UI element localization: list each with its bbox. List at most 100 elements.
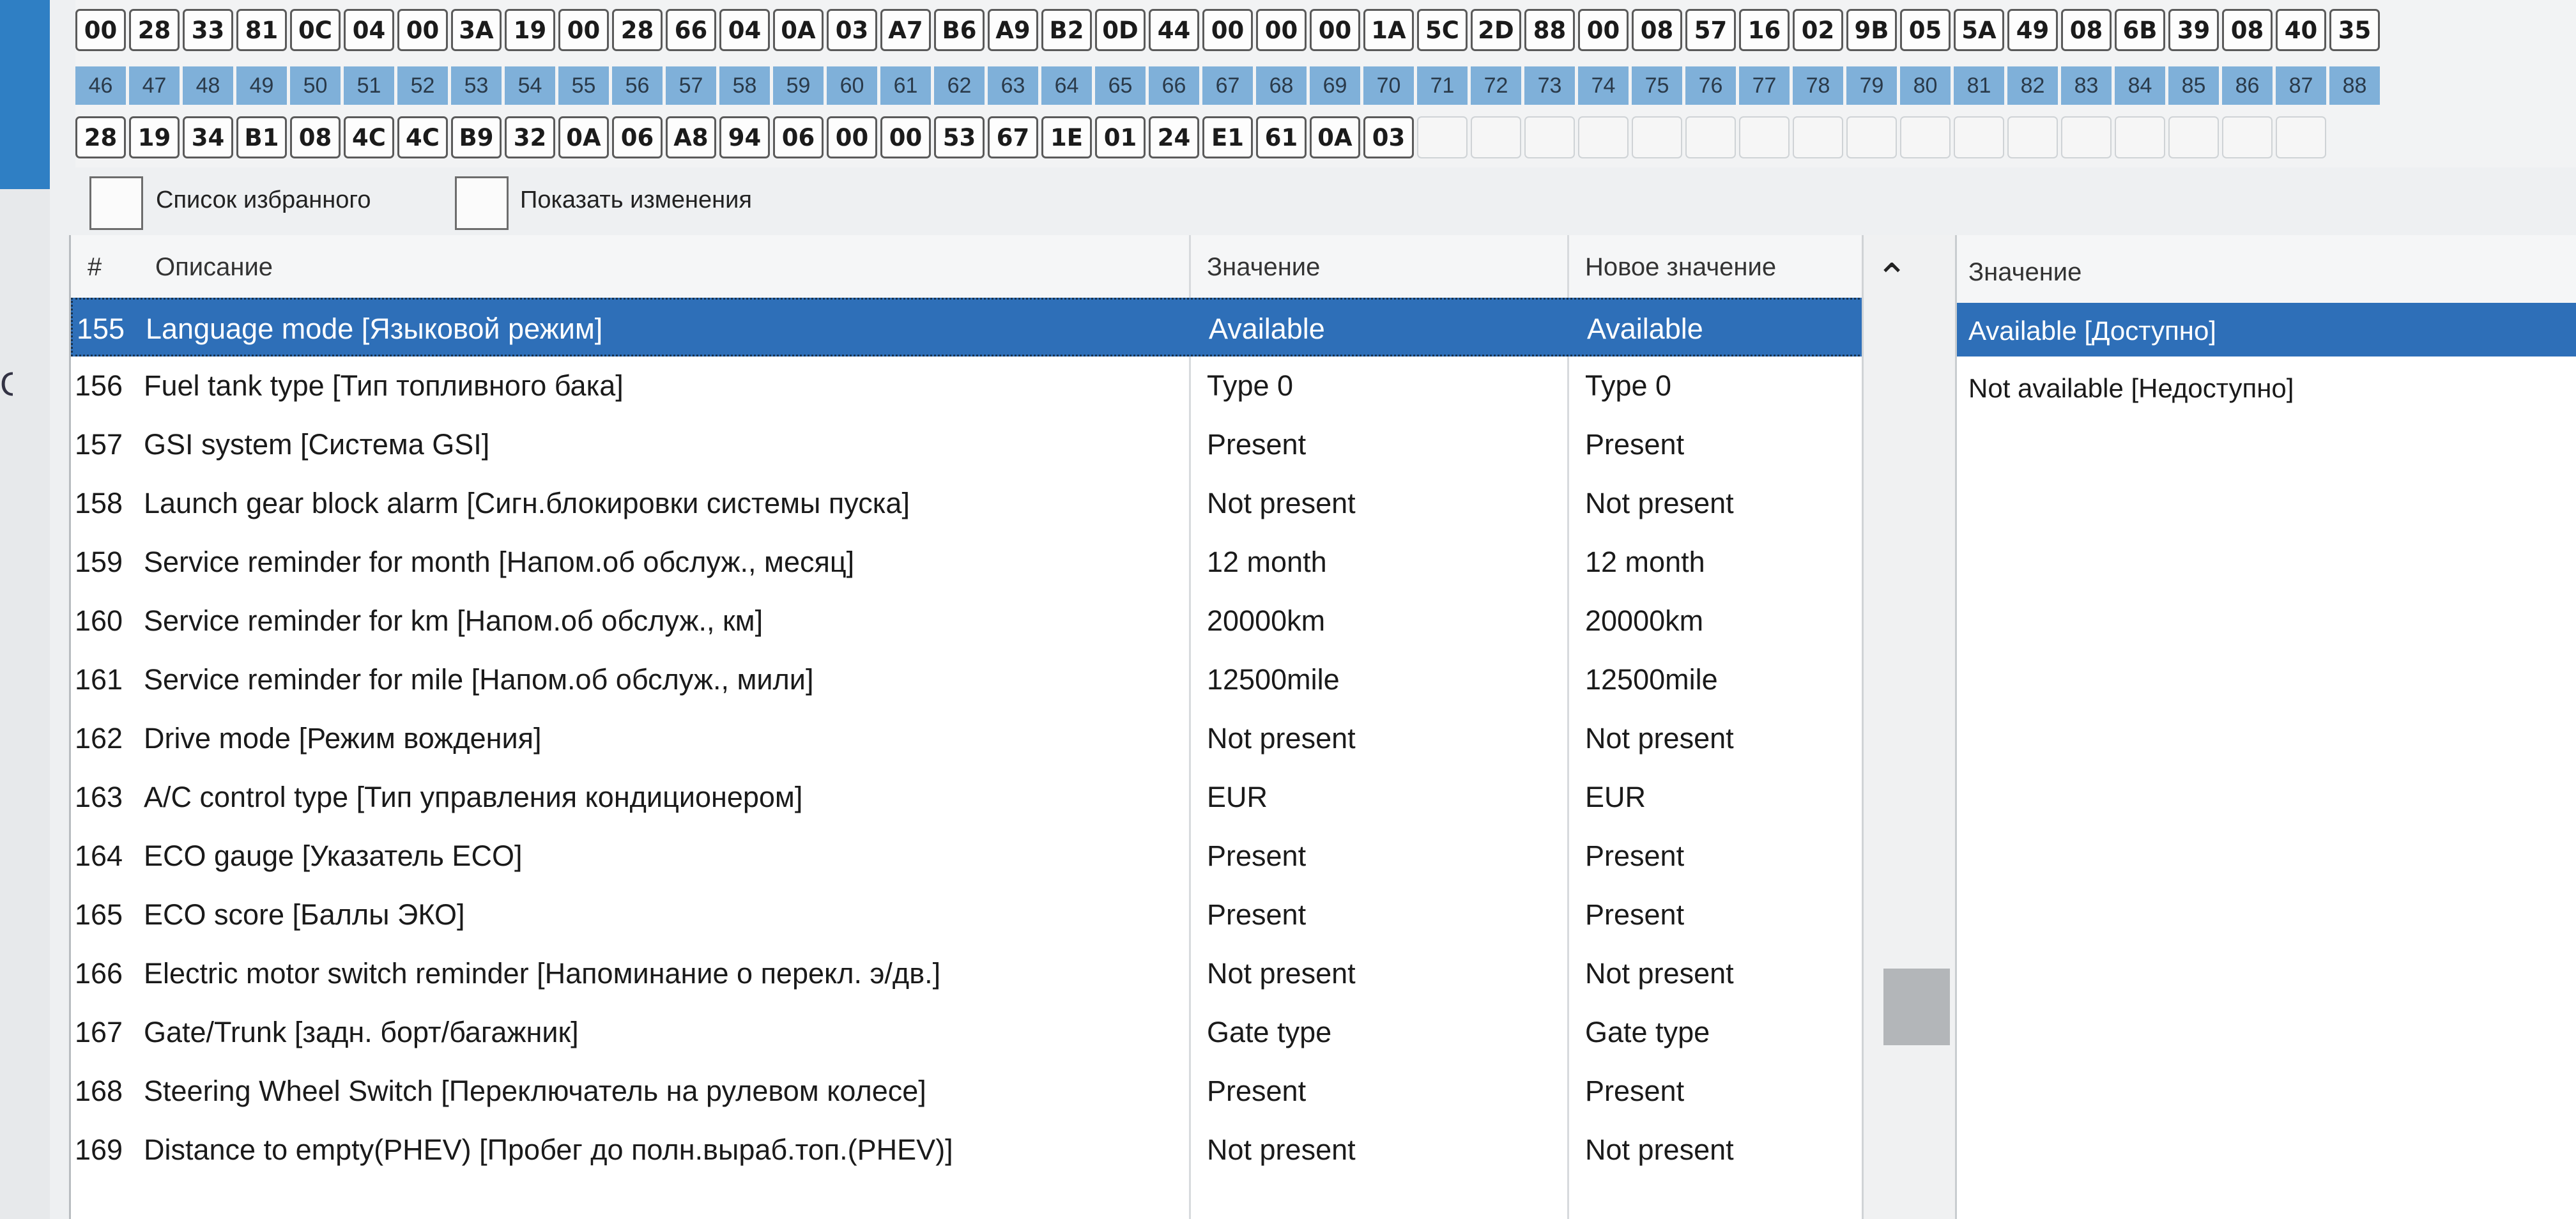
hex-byte-cell[interactable]: 0D xyxy=(1095,9,1146,51)
row-new-value: Present xyxy=(1585,839,1685,872)
row-number: 158 xyxy=(75,487,123,519)
table-row[interactable]: 161 Service reminder for mile [Напом.об о… xyxy=(71,650,1864,709)
table-row[interactable]: 169 Distance to empty(PHEV) [Пробег до по… xyxy=(71,1121,1864,1179)
chevron-up-icon[interactable]: ⌃ xyxy=(1876,256,1908,300)
table-row[interactable]: 162 Drive mode [Режим вождения] Not presen… xyxy=(71,709,1864,768)
hex-byte-cell[interactable]: B2 xyxy=(1041,9,1092,51)
hex-byte-cell[interactable]: 9B xyxy=(1846,9,1897,51)
hex-byte-cell[interactable]: 61 xyxy=(1256,116,1307,158)
hex-byte-cell[interactable]: 00 xyxy=(1202,9,1253,51)
hex-byte-cell[interactable]: 08 xyxy=(1632,9,1682,51)
hex-byte-cell[interactable]: 0A xyxy=(558,116,609,158)
table-row[interactable]: 155 Language mode [Языковой режим] Availab… xyxy=(71,298,1864,356)
table-row[interactable]: 157 GSI system [Система GSI] Present Presen… xyxy=(71,415,1864,474)
hex-byte-cell[interactable]: 35 xyxy=(2329,9,2380,51)
hex-byte-cell[interactable]: 28 xyxy=(129,9,180,51)
hex-byte-cell[interactable]: 6B xyxy=(2115,9,2165,51)
hex-byte-cell[interactable]: 5C xyxy=(1417,9,1468,51)
hex-byte-cell[interactable]: 40 xyxy=(2276,9,2326,51)
hex-byte-cell[interactable]: 3A xyxy=(451,9,502,51)
hex-byte-cell[interactable]: 04 xyxy=(344,9,394,51)
hex-byte-cell[interactable]: 39 xyxy=(2168,9,2219,51)
table-row[interactable]: 159 Service reminder for month [Напом.об … xyxy=(71,533,1864,592)
hex-byte-cell[interactable]: 28 xyxy=(75,116,126,158)
table-scrollbar[interactable] xyxy=(1862,235,1957,1219)
hex-byte-cell[interactable]: 4C xyxy=(344,116,394,158)
hex-byte-cell[interactable]: 19 xyxy=(505,9,555,51)
table-row[interactable]: 158 Launch gear block alarm [Сигн.блокиро… xyxy=(71,474,1864,533)
hex-byte-cell[interactable]: 67 xyxy=(988,116,1038,158)
hex-byte-cell[interactable]: 00 xyxy=(397,9,448,51)
hex-byte-cell[interactable]: 00 xyxy=(558,9,609,51)
hex-byte-cell[interactable]: B9 xyxy=(451,116,502,158)
hex-byte-cell[interactable]: 44 xyxy=(1149,9,1199,51)
table-row[interactable]: 166 Electric motor switch reminder [Напом… xyxy=(71,944,1864,1003)
hex-byte-cell[interactable]: 0A xyxy=(1310,116,1360,158)
hex-byte-cell[interactable]: 02 xyxy=(1793,9,1843,51)
hex-byte-cell[interactable]: A9 xyxy=(988,9,1038,51)
hex-byte-cell[interactable]: 05 xyxy=(1900,9,1951,51)
hex-byte-cell[interactable]: A8 xyxy=(666,116,716,158)
hex-byte-cell[interactable]: 04 xyxy=(719,9,770,51)
table-row[interactable]: 164 ECO gauge [Указатель ECO] Present Prese… xyxy=(71,827,1864,885)
table-row[interactable]: 156 Fuel tank type [Тип топливного бака] T… xyxy=(71,356,1864,415)
row-description: Service reminder for mile [Напом.об обсл… xyxy=(144,663,814,696)
hex-byte-cell[interactable]: 01 xyxy=(1095,116,1146,158)
hex-byte-cell[interactable]: 53 xyxy=(934,116,985,158)
hex-byte-cell[interactable]: E1 xyxy=(1202,116,1253,158)
hex-byte-cell[interactable]: 88 xyxy=(1524,9,1575,51)
hex-byte-cell[interactable]: 00 xyxy=(75,9,126,51)
hex-byte-cell[interactable]: 00 xyxy=(827,116,877,158)
hex-byte-cell[interactable]: 24 xyxy=(1149,116,1199,158)
hex-byte-cell[interactable]: 00 xyxy=(1310,9,1360,51)
hex-byte-cell[interactable]: 5A xyxy=(1954,9,2004,51)
favorites-checkbox[interactable] xyxy=(89,176,143,230)
hex-byte-cell[interactable]: 03 xyxy=(1363,116,1414,158)
table-row[interactable]: 160 Service reminder for km [Напом.об обс… xyxy=(71,592,1864,650)
hex-byte-cell[interactable]: 4C xyxy=(397,116,448,158)
hex-byte-cell[interactable]: 08 xyxy=(290,116,341,158)
hex-byte-cell[interactable]: 06 xyxy=(612,116,663,158)
column-header-description[interactable]: Описание xyxy=(155,253,273,282)
table-row[interactable]: 168 Steering Wheel Switch [Переключатель … xyxy=(71,1062,1864,1121)
hex-byte-cell[interactable]: A7 xyxy=(880,9,931,51)
column-header-value[interactable]: Значение xyxy=(1207,253,1320,282)
show-changes-checkbox[interactable] xyxy=(455,176,509,230)
hex-byte-cell[interactable]: 00 xyxy=(1256,9,1307,51)
hex-byte-cell[interactable]: 57 xyxy=(1685,9,1736,51)
hex-byte-cell[interactable]: B1 xyxy=(236,116,287,158)
hex-byte-cell[interactable]: 1A xyxy=(1363,9,1414,51)
table-row[interactable]: 165 ECO score [Баллы ЭКО] Present Present xyxy=(71,885,1864,944)
row-new-value: Available xyxy=(1587,312,1703,345)
scrollbar-thumb[interactable] xyxy=(1883,969,1950,1045)
table-row[interactable]: 163 A/C control type [Тип управления конд… xyxy=(71,768,1864,827)
hex-byte-cell[interactable]: 19 xyxy=(129,116,180,158)
hex-byte-cell[interactable]: 00 xyxy=(1578,9,1629,51)
hex-byte-cell[interactable]: 00 xyxy=(880,116,931,158)
hex-byte-cell[interactable]: 16 xyxy=(1739,9,1790,51)
hex-byte-cell[interactable]: 06 xyxy=(773,116,824,158)
hex-byte-cell[interactable]: 08 xyxy=(2222,9,2273,51)
hex-byte-cell[interactable]: 34 xyxy=(183,116,233,158)
hex-byte-cell[interactable]: 1E xyxy=(1041,116,1092,158)
hex-byte-cell[interactable]: 94 xyxy=(719,116,770,158)
hex-index-cell: 74 xyxy=(1578,66,1629,105)
value-option[interactable]: Available [Доступно] xyxy=(1957,303,2576,356)
hex-byte-cell[interactable]: 33 xyxy=(183,9,233,51)
hex-byte-cell[interactable]: 08 xyxy=(2061,9,2112,51)
hex-byte-cell[interactable]: 66 xyxy=(666,9,716,51)
column-header-num[interactable]: # xyxy=(88,253,102,282)
hex-byte-cell[interactable]: 2D xyxy=(1471,9,1521,51)
hex-byte-cell[interactable]: 0A xyxy=(773,9,824,51)
hex-empty-cell xyxy=(2115,116,2165,158)
hex-byte-cell[interactable]: 49 xyxy=(2007,9,2058,51)
value-option[interactable]: Not available [Недоступно] xyxy=(1957,360,2576,414)
hex-byte-cell[interactable]: 28 xyxy=(612,9,663,51)
hex-byte-cell[interactable]: B6 xyxy=(934,9,985,51)
hex-byte-cell[interactable]: 0C xyxy=(290,9,341,51)
hex-byte-cell[interactable]: 03 xyxy=(827,9,877,51)
hex-byte-cell[interactable]: 81 xyxy=(236,9,287,51)
table-row[interactable]: 167 Gate/Trunk [задн. борт/багажник] Gate … xyxy=(71,1003,1864,1062)
column-header-new-value[interactable]: Новое значение xyxy=(1585,253,1776,282)
hex-byte-cell[interactable]: 32 xyxy=(505,116,555,158)
